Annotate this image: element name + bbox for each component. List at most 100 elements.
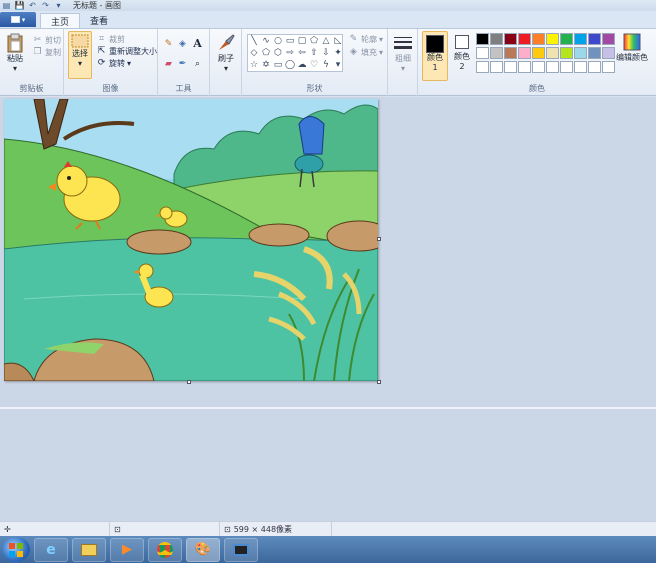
color-swatch[interactable] [504, 47, 517, 59]
color-swatch[interactable] [504, 61, 517, 73]
six-point-star-shape-icon[interactable]: ✡ [260, 59, 272, 71]
taskbar-chrome[interactable] [148, 537, 182, 562]
brushes-button[interactable]: 刷子 ▾ [214, 33, 238, 73]
crop-icon: ⌗ [98, 34, 105, 44]
canvas-resize-handle-bottom[interactable] [187, 380, 191, 384]
fill-bucket-icon[interactable]: ◈ [177, 39, 188, 50]
color-swatch[interactable] [546, 33, 559, 45]
color-swatch[interactable] [574, 33, 587, 45]
up-arrow-shape-icon[interactable]: ⇧ [308, 47, 320, 59]
pencil-icon[interactable]: ✎ [163, 39, 174, 50]
copy-icon: ❐ [33, 47, 42, 57]
drawing-canvas[interactable] [4, 99, 378, 381]
color-swatch[interactable] [490, 61, 503, 73]
oval-callout-shape-icon[interactable]: ◯ [284, 59, 296, 71]
right-arrow-shape-icon[interactable]: ⇨ [284, 47, 296, 59]
outline-label: 轮廓 [361, 35, 377, 44]
curve-shape-icon[interactable]: ∿ [260, 35, 272, 47]
rotate-dropdown-icon: ▾ [127, 59, 132, 68]
five-point-star-shape-icon[interactable]: ☆ [248, 59, 260, 71]
color1-button[interactable]: 颜色 1 [422, 31, 448, 81]
color-picker-icon[interactable]: ✒ [177, 59, 188, 70]
color-swatch[interactable] [532, 33, 545, 45]
color-swatch[interactable] [518, 61, 531, 73]
taskbar-file-explorer[interactable] [72, 537, 106, 562]
taskbar-paint[interactable]: 🎨 [186, 537, 220, 562]
redo-icon[interactable]: ↷ [41, 1, 50, 10]
right-triangle-shape-icon[interactable]: ◺ [332, 35, 344, 47]
save-icon[interactable]: 💾 [15, 1, 25, 10]
rounded-callout-shape-icon[interactable]: ▭ [272, 59, 284, 71]
canvas-resize-handle-corner[interactable] [377, 380, 381, 384]
color-swatch[interactable] [532, 61, 545, 73]
rounded-rectangle-shape-icon[interactable]: ▢ [296, 35, 308, 47]
window-title: 无标题 - 画图 [73, 1, 121, 10]
selection-size-pane: ⊡ [110, 521, 220, 537]
color-swatch[interactable] [560, 61, 573, 73]
diamond-shape-icon[interactable]: ◇ [248, 47, 260, 59]
color-swatch[interactable] [574, 61, 587, 73]
color-swatch[interactable] [546, 47, 559, 59]
rectangle-shape-icon[interactable]: ▭ [284, 35, 296, 47]
color-swatch[interactable] [588, 47, 601, 59]
canvas-workspace[interactable] [0, 97, 656, 521]
fill-button[interactable]: ◈ 填充 ▾ [348, 47, 383, 58]
heart-shape-icon[interactable]: ♡ [308, 59, 320, 71]
color-swatch[interactable] [504, 33, 517, 45]
color2-button[interactable]: 颜色 2 [450, 35, 474, 72]
color-swatch[interactable] [588, 33, 601, 45]
resize-button[interactable]: ⇱ 重新调整大小 [96, 46, 157, 57]
edit-colors-button[interactable]: 编辑颜色 [614, 32, 650, 63]
shapes-scroll-icon[interactable]: ▾ [332, 59, 344, 71]
size-button[interactable]: 粗细 ▾ [391, 35, 415, 73]
color2-swatch [455, 35, 469, 49]
tab-home[interactable]: 主页 [40, 13, 81, 28]
paste-button[interactable]: 粘贴 ▾ [4, 33, 26, 73]
outline-button[interactable]: ✎ 轮廓 ▾ [348, 34, 383, 45]
ribbon-tabs: ▾ 主页 查看 [0, 11, 656, 28]
cloud-callout-shape-icon[interactable]: ☁ [296, 59, 308, 71]
paint-menu-button[interactable]: ▾ [0, 12, 36, 27]
oval-shape-icon[interactable]: ○ [272, 35, 284, 47]
magnifier-icon[interactable]: ⌕ [192, 59, 203, 70]
color-swatch[interactable] [490, 47, 503, 59]
copy-button[interactable]: ❐ 复制 [32, 47, 61, 58]
color-swatch[interactable] [560, 47, 573, 59]
canvas-resize-handle-right[interactable] [377, 237, 381, 241]
tab-view[interactable]: 查看 [80, 13, 118, 28]
left-arrow-shape-icon[interactable]: ⇦ [296, 47, 308, 59]
down-arrow-shape-icon[interactable]: ⇩ [320, 47, 332, 59]
color-swatch[interactable] [546, 61, 559, 73]
taskbar-camera[interactable] [224, 537, 258, 562]
color-swatch[interactable] [518, 33, 531, 45]
taskbar-media-player[interactable]: ▶ [110, 537, 144, 562]
edit-colors-label: 编辑颜色 [616, 53, 648, 62]
customize-quick-access-icon[interactable]: ▾ [54, 1, 63, 10]
select-button[interactable]: 选择 ▾ [68, 31, 92, 79]
cut-button[interactable]: ✂ 剪切 [32, 35, 61, 46]
polygon-shape-icon[interactable]: ⬠ [308, 35, 320, 47]
crop-button[interactable]: ⌗ 裁剪 [96, 34, 125, 45]
color-swatch[interactable] [476, 33, 489, 45]
color-swatch[interactable] [490, 33, 503, 45]
color-swatch[interactable] [588, 61, 601, 73]
line-shape-icon[interactable]: ╲ [248, 35, 260, 47]
rotate-button[interactable]: ⟳ 旋转 ▾ [96, 58, 131, 69]
color-swatch[interactable] [574, 47, 587, 59]
taskbar-internet-explorer[interactable]: e [34, 537, 68, 562]
text-tool-icon[interactable]: A [192, 38, 203, 49]
color-swatch[interactable] [476, 61, 489, 73]
eraser-icon[interactable]: ▰ [163, 59, 174, 70]
four-point-star-shape-icon[interactable]: ✦ [332, 47, 344, 59]
color-swatch[interactable] [560, 33, 573, 45]
lightning-shape-icon[interactable]: ϟ [320, 59, 332, 71]
hexagon-shape-icon[interactable]: ⬡ [272, 47, 284, 59]
undo-icon[interactable]: ↶ [28, 1, 37, 10]
triangle-shape-icon[interactable]: △ [320, 35, 332, 47]
color-swatch[interactable] [518, 47, 531, 59]
color-swatch[interactable] [476, 47, 489, 59]
folder-icon [81, 543, 97, 556]
color-swatch[interactable] [532, 47, 545, 59]
start-button[interactable] [2, 537, 30, 562]
pentagon-shape-icon[interactable]: ⬠ [260, 47, 272, 59]
